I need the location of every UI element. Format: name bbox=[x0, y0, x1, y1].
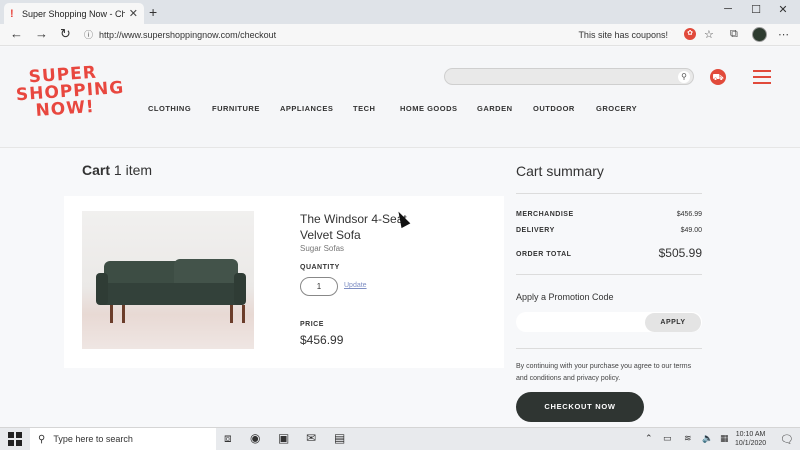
sofa-leg bbox=[230, 305, 233, 323]
url-text: http://www.supershoppingnow.com/checkout bbox=[99, 29, 277, 40]
tab-title: Super Shopping Now - Checkout bbox=[22, 8, 125, 19]
divider bbox=[516, 348, 702, 349]
show-hidden-icons-icon[interactable]: ⌃ bbox=[645, 433, 653, 444]
terms-text: By continuing with your purchase you agr… bbox=[516, 363, 692, 382]
sofa-leg bbox=[242, 305, 245, 323]
merchandise-label: MERCHANDISE bbox=[516, 211, 574, 218]
close-window-icon[interactable]: ✕ bbox=[773, 3, 793, 16]
divider bbox=[516, 193, 702, 194]
cart-icon[interactable]: ⛟ bbox=[710, 69, 726, 85]
taskbar-search[interactable]: ⚲ Type here to search bbox=[30, 428, 216, 450]
site-logo[interactable]: SUPER SHOPPING NOW! bbox=[14, 63, 124, 122]
promo-title: Apply a Promotion Code bbox=[516, 292, 614, 302]
summary-title: Cart summary bbox=[516, 163, 604, 179]
forward-icon[interactable]: → bbox=[35, 26, 48, 41]
favorite-star-icon[interactable]: ☆ bbox=[704, 28, 714, 41]
close-tab-icon[interactable]: ✕ bbox=[129, 7, 138, 20]
nav-clothing[interactable]: CLOTHING bbox=[148, 104, 191, 113]
browser-tab-strip: ! Super Shopping Now - Checkout ✕ + ─ ☐ … bbox=[0, 0, 800, 24]
coupon-icon[interactable]: ✿ bbox=[684, 28, 696, 40]
notification-icon[interactable]: 🗨 bbox=[780, 433, 794, 446]
minimize-icon[interactable]: ─ bbox=[718, 3, 738, 15]
checkout-button[interactable]: CHECKOUT NOW bbox=[516, 392, 644, 422]
cart-heading: Cart 1 item bbox=[82, 162, 152, 178]
price-label: PRICE bbox=[300, 321, 324, 328]
sofa-leg bbox=[122, 305, 125, 323]
nav-home-goods[interactable]: HOME GOODS bbox=[400, 104, 458, 113]
sofa-seat bbox=[100, 283, 242, 305]
edge-browser-icon[interactable]: ◉ bbox=[250, 431, 260, 445]
windows-start-icon[interactable] bbox=[8, 432, 22, 446]
site-favicon-icon: ! bbox=[10, 7, 14, 20]
cart-title: Cart bbox=[82, 162, 111, 178]
sofa-arm bbox=[96, 273, 108, 305]
nav-tech[interactable]: TECH bbox=[353, 104, 375, 113]
order-total-label: ORDER TOTAL bbox=[516, 251, 572, 258]
search-icon: ⚲ bbox=[38, 433, 46, 445]
price-value: $456.99 bbox=[300, 333, 344, 347]
profile-avatar[interactable] bbox=[752, 27, 767, 42]
nav-furniture[interactable]: FURNITURE bbox=[212, 104, 260, 113]
nav-outdoor[interactable]: OUTDOOR bbox=[533, 104, 575, 113]
apply-button[interactable]: APPLY bbox=[645, 313, 701, 332]
back-icon[interactable]: ← bbox=[10, 26, 23, 41]
nav-appliances[interactable]: APPLIANCES bbox=[280, 104, 333, 113]
delivery-value: $49.00 bbox=[680, 227, 702, 234]
more-icon[interactable]: ⋯ bbox=[778, 28, 789, 41]
volume-icon[interactable]: 🔈 bbox=[702, 433, 713, 444]
order-total-value: $505.99 bbox=[658, 246, 702, 260]
collections-icon[interactable]: ⧉ bbox=[730, 28, 738, 41]
windows-taskbar: ⚲ Type here to search ⧈ ◉ ▣ ✉ ▤ ⌃ ▭ ≋ 🔈 … bbox=[0, 427, 800, 450]
product-image[interactable] bbox=[82, 211, 254, 349]
battery-icon[interactable]: ▭ bbox=[663, 433, 672, 444]
task-view-icon[interactable]: ⧈ bbox=[224, 431, 232, 446]
quantity-label: QUANTITY bbox=[300, 264, 340, 271]
keyboard-icon[interactable]: ▦ bbox=[720, 433, 729, 444]
hamburger-menu-icon[interactable] bbox=[753, 70, 771, 84]
nav-garden[interactable]: GARDEN bbox=[477, 104, 513, 113]
refresh-icon[interactable]: ↻ bbox=[60, 26, 71, 42]
clock-time: 10:10 AM bbox=[735, 431, 766, 438]
address-bar: ← → ↻ ⓘ http://www.supershoppingnow.com/… bbox=[0, 24, 800, 46]
sofa-arm bbox=[234, 273, 246, 305]
info-icon[interactable]: ⓘ bbox=[84, 28, 93, 41]
product-brand: Sugar Sofas bbox=[300, 244, 345, 253]
url-field[interactable]: ⓘ http://www.supershoppingnow.com/checko… bbox=[84, 26, 674, 43]
file-explorer-icon[interactable]: ▣ bbox=[278, 431, 289, 445]
mail-icon[interactable]: ✉ bbox=[306, 431, 316, 445]
sofa-leg bbox=[110, 305, 113, 323]
site-header: SUPER SHOPPING NOW! ⚲ ⛟ CLOTHING FURNITU… bbox=[0, 47, 800, 148]
merchandise-value: $456.99 bbox=[676, 211, 702, 218]
delivery-label: DELIVERY bbox=[516, 227, 555, 234]
divider bbox=[516, 274, 702, 275]
clock-date: 10/1/2020 bbox=[735, 440, 767, 447]
store-icon[interactable]: ▤ bbox=[334, 431, 345, 445]
new-tab-icon[interactable]: + bbox=[149, 4, 157, 20]
browser-tab[interactable]: ! Super Shopping Now - Checkout ✕ bbox=[4, 3, 144, 24]
maximize-icon[interactable]: ☐ bbox=[746, 3, 766, 16]
search-icon[interactable]: ⚲ bbox=[678, 71, 690, 83]
wifi-icon[interactable]: ≋ bbox=[684, 433, 692, 444]
coupon-notice: This site has coupons! bbox=[578, 29, 668, 40]
quantity-input[interactable]: 1 bbox=[300, 277, 338, 296]
taskbar-search-placeholder: Type here to search bbox=[53, 434, 133, 444]
system-clock[interactable]: 10:10 AM 10/1/2020 bbox=[735, 430, 766, 448]
search-input[interactable] bbox=[444, 68, 694, 85]
cart-count: 1 item bbox=[113, 162, 153, 178]
update-link[interactable]: Update bbox=[344, 282, 367, 289]
nav-grocery[interactable]: GROCERY bbox=[596, 104, 637, 113]
